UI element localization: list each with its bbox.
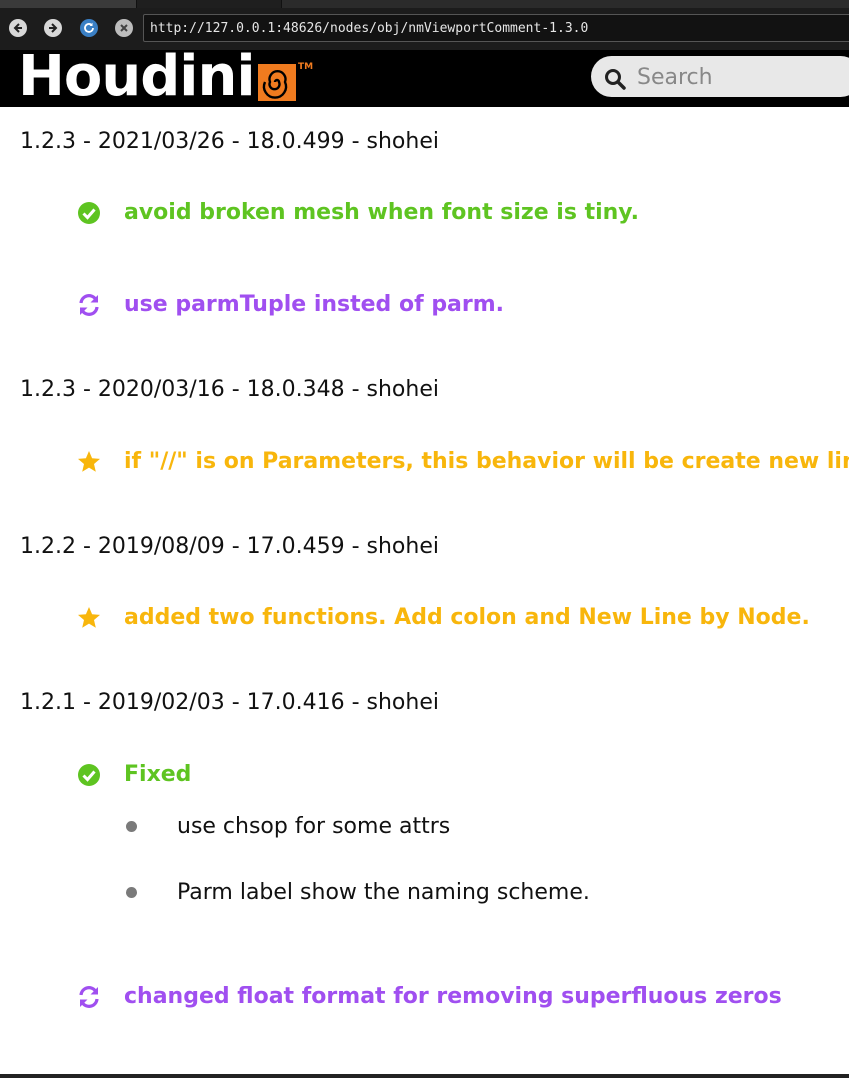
- entry-text: changed float format for removing superf…: [124, 984, 782, 1009]
- refresh-icon: [77, 985, 101, 1009]
- changelog-entry: Fixed: [77, 762, 191, 787]
- release-heading: 1.2.3 - 2020/03/16 - 18.0.348 - shohei: [20, 377, 439, 402]
- entry-text: avoid broken mesh when font size is tiny…: [124, 200, 639, 225]
- star-icon: [77, 606, 101, 630]
- search-icon[interactable]: [603, 67, 627, 91]
- release-heading: 1.2.2 - 2019/08/09 - 17.0.459 - shohei: [20, 534, 439, 559]
- star-icon: [77, 450, 101, 474]
- close-icon: [120, 24, 128, 32]
- release-heading: 1.2.1 - 2019/02/03 - 17.0.416 - shohei: [20, 690, 439, 715]
- tab-strip: [0, 0, 849, 8]
- list-item-text: Parm label show the naming scheme.: [177, 880, 590, 905]
- check-circle-icon: [77, 201, 101, 225]
- list-item: Parm label show the naming scheme.: [126, 880, 590, 905]
- reload-icon: [84, 22, 94, 33]
- bullet-dot: [126, 887, 137, 898]
- search-box[interactable]: [591, 56, 849, 97]
- reload-button[interactable]: [80, 19, 98, 37]
- entry-text: use parmTuple insted of parm.: [124, 292, 505, 317]
- bullet-dot: [126, 821, 137, 832]
- stop-button[interactable]: [115, 19, 133, 37]
- refresh-icon: [77, 293, 101, 317]
- divider: [0, 1074, 849, 1078]
- list-item: use chsop for some attrs: [126, 814, 450, 839]
- check-circle-icon: [77, 763, 101, 787]
- browser-tab-1[interactable]: [0, 0, 137, 8]
- forward-button[interactable]: [44, 19, 62, 37]
- trademark: TM: [298, 62, 314, 72]
- entry-text: Fixed: [124, 762, 192, 787]
- arrow-right-icon: [49, 23, 58, 33]
- changelog-entry: avoid broken mesh when font size is tiny…: [77, 200, 639, 225]
- houdini-logo-icon[interactable]: [258, 64, 296, 101]
- list-item-text: use chsop for some attrs: [177, 814, 451, 839]
- changelog-entry: if "//" is on Parameters, this behavior …: [77, 449, 849, 474]
- houdini-logo-text[interactable]: Houdini: [18, 44, 256, 110]
- site-header: Houdini TM: [0, 44, 849, 109]
- arrow-left-icon: [13, 23, 22, 33]
- browser-tab-2[interactable]: [137, 0, 282, 8]
- changelog-entry: use parmTuple insted of parm.: [77, 292, 504, 317]
- search-input[interactable]: [635, 60, 849, 95]
- entry-text: if "//" is on Parameters, this behavior …: [124, 449, 849, 474]
- changelog-entry: added two functions. Add colon and New L…: [77, 605, 810, 630]
- back-button[interactable]: [9, 19, 27, 37]
- changelog-entry: changed float format for removing superf…: [77, 984, 782, 1009]
- entry-text: added two functions. Add colon and New L…: [124, 605, 810, 630]
- release-heading: 1.2.3 - 2021/03/26 - 18.0.499 - shohei: [20, 129, 439, 154]
- url-bar[interactable]: http://127.0.0.1:48626/nodes/obj/nmViewp…: [143, 14, 849, 42]
